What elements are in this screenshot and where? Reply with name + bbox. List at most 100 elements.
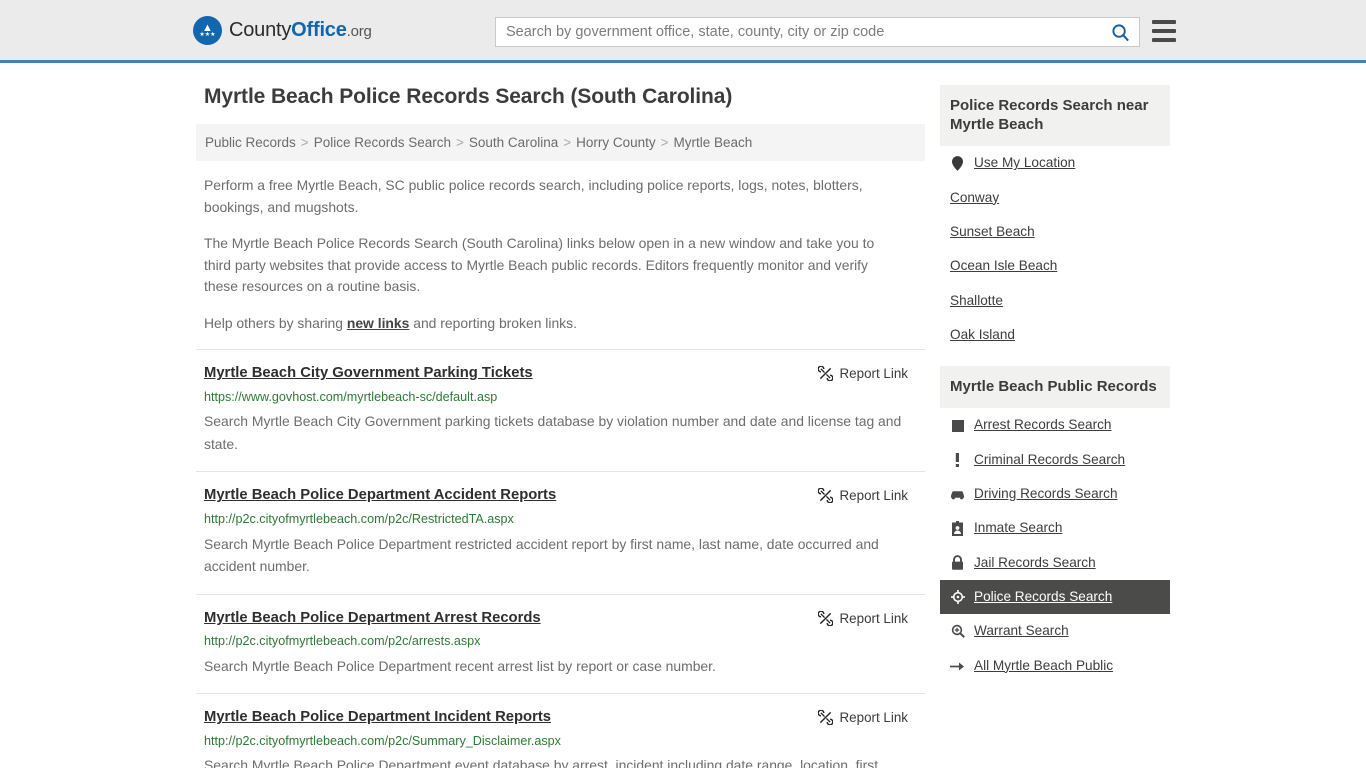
intro-text: Perform a free Myrtle Beach, SC public p… [196, 175, 925, 334]
report-link-label: Report Link [839, 710, 908, 726]
sidebar-item-use-my-location[interactable]: Use My Location [940, 146, 1170, 180]
sidebar-link-label[interactable]: Sunset Beach [950, 224, 1035, 240]
sidebar-item-driving-records-search[interactable]: Driving Records Search [940, 477, 1170, 511]
square-icon [950, 418, 965, 433]
report-link-button[interactable]: Report Link [817, 610, 908, 626]
arrow-right-icon [950, 658, 965, 673]
sidebar-link-label[interactable]: Police Records Search [974, 589, 1112, 605]
sidebar-item-shallotte[interactable]: Shallotte [940, 284, 1170, 318]
breadcrumb-item-4[interactable]: Myrtle Beach [674, 135, 753, 150]
sidebar-item-police-records-search[interactable]: Police Records Search [940, 580, 1170, 615]
intro-paragraph-2: The Myrtle Beach Police Records Search (… [204, 235, 875, 295]
result-item: Myrtle Beach Police Department Incident … [196, 693, 925, 768]
id-badge-icon [950, 521, 965, 537]
brand-part2: Office [291, 18, 347, 41]
breadcrumb-separator: > [563, 135, 572, 150]
public-records-panel-title: Myrtle Beach Public Records [940, 366, 1170, 409]
intro-paragraph-3: Help others by sharing new links and rep… [204, 313, 894, 335]
public-records-list: Arrest Records Search Criminal Records S… [940, 408, 1170, 683]
result-title-link[interactable]: Myrtle Beach Police Department Arrest Re… [204, 610, 541, 628]
sidebar-link-label[interactable]: Criminal Records Search [974, 452, 1125, 468]
sidebar-item-criminal-records-search[interactable]: Criminal Records Search [940, 443, 1170, 477]
broken-link-icon [817, 610, 833, 626]
menu-bar-1 [1152, 20, 1176, 24]
result-item: Myrtle Beach Police Department Accident … [196, 471, 925, 593]
report-link-button[interactable]: Report Link [817, 366, 908, 382]
sidebar-item-oak-island[interactable]: Oak Island [940, 318, 1170, 352]
sidebar-link-label[interactable]: Driving Records Search [974, 486, 1118, 502]
sidebar-item-arrest-records-search[interactable]: Arrest Records Search [940, 408, 1170, 442]
search-bar [495, 17, 1140, 47]
intro-p3-after: and reporting broken links. [409, 314, 577, 331]
search-input[interactable] [496, 18, 1101, 46]
result-description: Search Myrtle Beach City Government park… [204, 413, 902, 452]
magnifier-plus-icon [950, 624, 965, 639]
result-description: Search Myrtle Beach Police Department ev… [204, 757, 879, 768]
breadcrumb-item-3[interactable]: Horry County [576, 135, 656, 150]
result-url: http://p2c.cityofmyrtlebeach.com/p2c/Sum… [204, 733, 561, 748]
padlock-icon [950, 555, 965, 571]
sidebar-item-inmate-search[interactable]: Inmate Search [940, 511, 1170, 545]
crosshair-icon [950, 590, 965, 605]
result-url: http://p2c.cityofmyrtlebeach.com/p2c/Res… [204, 512, 514, 527]
main-content: Myrtle Beach Police Records Search (Sout… [196, 85, 925, 768]
sidebar-item-all-public-records[interactable]: All Myrtle Beach Public [940, 649, 1170, 683]
eagle-seal-icon: ▲ ★★★ [193, 15, 222, 45]
result-title-link[interactable]: Myrtle Beach Police Department Incident … [204, 709, 551, 727]
breadcrumb: Public Records > Police Records Search > Sou… [196, 124, 925, 161]
sidebar-item-ocean-isle-beach[interactable]: Ocean Isle Beach [940, 249, 1170, 283]
sidebar-item-warrant-search[interactable]: Warrant Search [940, 614, 1170, 648]
site-logo[interactable]: ▲ ★★★ CountyOffice.org [193, 15, 372, 45]
breadcrumb-separator: > [300, 135, 309, 150]
search-icon [1111, 23, 1129, 41]
breadcrumb-item-2[interactable]: South Carolina [469, 135, 558, 150]
result-item: Myrtle Beach City Government Parking Tic… [196, 349, 925, 471]
map-pin-icon [950, 156, 965, 171]
menu-bar-3 [1152, 38, 1176, 42]
result-description: Search Myrtle Beach Police Department re… [204, 535, 879, 575]
page-title: Myrtle Beach Police Records Search (Sout… [204, 85, 733, 108]
sidebar-item-jail-records-search[interactable]: Jail Records Search [940, 546, 1170, 580]
search-button[interactable] [1101, 18, 1139, 46]
sidebar-link-label[interactable]: Use My Location [974, 155, 1075, 171]
result-title-link[interactable]: Myrtle Beach City Government Parking Tic… [204, 365, 533, 383]
sidebar-link-label[interactable]: Arrest Records Search [974, 417, 1112, 433]
broken-link-icon [817, 366, 833, 382]
report-link-button[interactable]: Report Link [817, 488, 908, 504]
sidebar-link-label[interactable]: Jail Records Search [974, 555, 1096, 571]
brand-part3: .org [346, 22, 372, 40]
sidebar-link-label[interactable]: Warrant Search [974, 623, 1069, 639]
new-links-link[interactable]: new links [347, 315, 410, 331]
sidebar-item-sunset-beach[interactable]: Sunset Beach [940, 215, 1170, 249]
result-url: http://p2c.cityofmyrtlebeach.com/p2c/arr… [204, 634, 481, 649]
sidebar-link-label[interactable]: All Myrtle Beach Public [974, 658, 1113, 674]
report-link-label: Report Link [839, 610, 908, 626]
sidebar-link-label[interactable]: Conway [950, 190, 999, 206]
exclamation-icon [950, 452, 965, 467]
sidebar-link-label[interactable]: Inmate Search [974, 520, 1062, 536]
car-icon [950, 487, 965, 502]
breadcrumb-item-0[interactable]: Public Records [205, 135, 296, 150]
breadcrumb-item-1[interactable]: Police Records Search [314, 135, 451, 150]
result-title-link[interactable]: Myrtle Beach Police Department Accident … [204, 487, 556, 505]
report-link-label: Report Link [839, 488, 908, 504]
nearby-panel: Police Records Search near Myrtle Beach … [940, 85, 1170, 352]
sidebar-link-label[interactable]: Shallotte [950, 293, 1003, 309]
sidebar-item-conway[interactable]: Conway [940, 181, 1170, 215]
result-url: https://www.govhost.com/myrtlebeach-sc/d… [204, 390, 498, 405]
result-item: Myrtle Beach Police Department Arrest Re… [196, 593, 925, 694]
report-link-button[interactable]: Report Link [817, 710, 908, 726]
intro-paragraph-1: Perform a free Myrtle Beach, SC public p… [204, 177, 863, 215]
public-records-panel: Myrtle Beach Public Records Arrest Recor… [940, 366, 1170, 683]
hamburger-menu-icon[interactable] [1152, 20, 1176, 42]
report-link-label: Report Link [839, 366, 908, 382]
sidebar-link-label[interactable]: Oak Island [950, 327, 1015, 343]
sidebar-link-label[interactable]: Ocean Isle Beach [950, 258, 1057, 274]
page-body: Myrtle Beach Police Records Search (Sout… [0, 63, 1366, 768]
broken-link-icon [817, 488, 833, 504]
nearby-panel-title: Police Records Search near Myrtle Beach [940, 85, 1170, 147]
brand-wordmark: CountyOffice.org [229, 19, 372, 42]
intro-p3-before: Help others by sharing [204, 314, 347, 331]
breadcrumb-separator: > [456, 135, 464, 150]
breadcrumb-separator: > [660, 135, 669, 150]
